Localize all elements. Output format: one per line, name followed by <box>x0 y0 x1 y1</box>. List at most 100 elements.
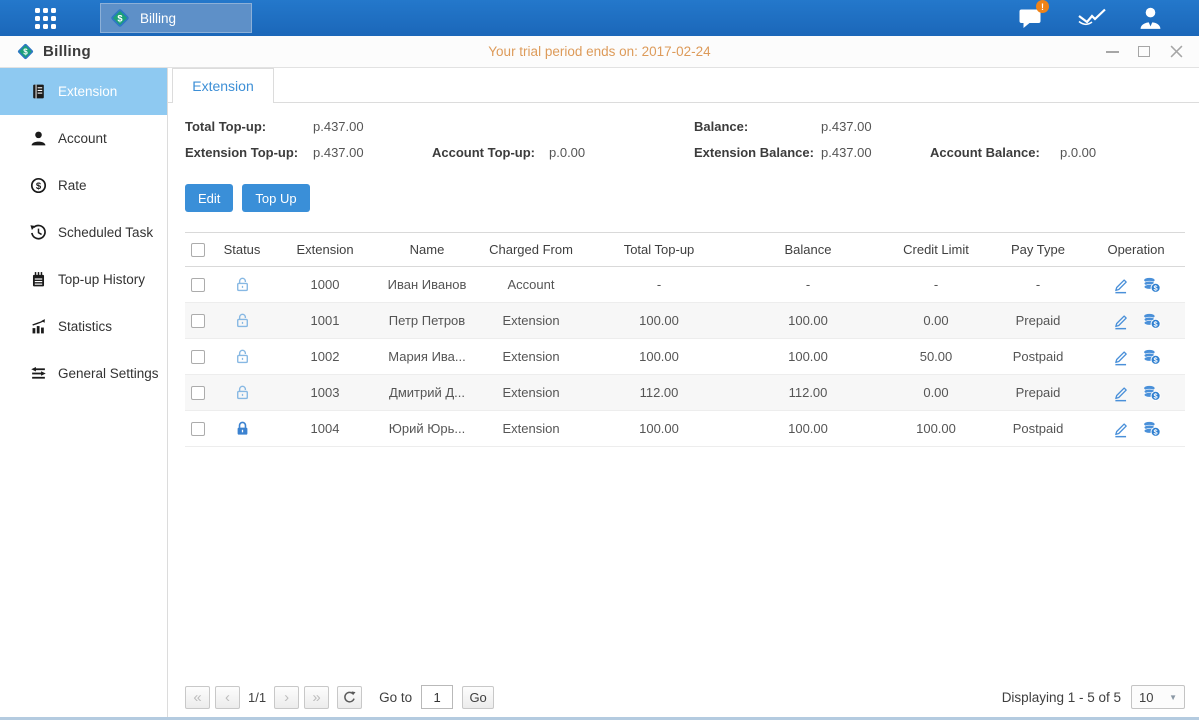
tab-extension[interactable]: Extension <box>172 68 274 103</box>
col-balance: Balance <box>733 233 883 267</box>
sidebar-item-label: Account <box>58 131 107 146</box>
summary-left: Total Top-up: p.437.00 Extension Top-up:… <box>185 119 694 160</box>
pagination-bar: « ‹ 1/1 › » Go to Go Displaying 1 - 5 of… <box>185 682 1185 712</box>
lock-open-icon <box>234 276 251 293</box>
cell-charged-from: Extension <box>477 375 585 411</box>
person-icon <box>30 130 47 147</box>
total-topup-value: p.437.00 <box>313 119 432 134</box>
notification-badge: ! <box>1036 0 1049 13</box>
row-checkbox[interactable] <box>191 314 205 328</box>
cell-credit-limit: - <box>883 267 989 303</box>
minimize-icon[interactable] <box>1105 45 1119 59</box>
edit-pencil-icon[interactable] <box>1112 276 1130 294</box>
cell-name: Дмитрий Д... <box>377 375 477 411</box>
cell-pay-type: Prepaid <box>989 303 1087 339</box>
page-size-select[interactable]: 10 ▼ <box>1131 685 1185 709</box>
account-topup-value: p.0.00 <box>549 145 694 160</box>
svg-text:$: $ <box>1153 427 1157 436</box>
sidebar-item-scheduled-task[interactable]: Scheduled Task <box>0 209 167 256</box>
table-row-1001: 1001Петр ПетровExtension100.00100.000.00… <box>185 303 1185 339</box>
user-account-icon[interactable] <box>1138 6 1163 31</box>
row-checkbox[interactable] <box>191 386 205 400</box>
topbar-tab-label: Billing <box>140 11 176 26</box>
billing-diamond-icon-small: $ <box>16 42 35 61</box>
topup-coins-icon[interactable]: $ <box>1142 276 1161 294</box>
tab-strip: Extension <box>168 68 1199 103</box>
sidebar-item-rate[interactable]: $Rate <box>0 162 167 209</box>
sidebar-item-extension[interactable]: Extension <box>0 68 167 115</box>
row-checkbox[interactable] <box>191 350 205 364</box>
col-credit-limit: Credit Limit <box>883 233 989 267</box>
account-topup-label: Account Top-up: <box>432 145 549 160</box>
table-row-1004: 1004Юрий Юрь...Extension100.00100.00100.… <box>185 411 1185 447</box>
extension-balance-label: Extension Balance: <box>694 145 821 160</box>
goto-page-input[interactable] <box>421 685 453 709</box>
sidebar-item-account[interactable]: Account <box>0 115 167 162</box>
billing-app-window: $ Billing ! $ Billing Your trial period … <box>0 0 1199 720</box>
lock-open-icon <box>234 312 251 329</box>
svg-text:$: $ <box>23 47 28 56</box>
row-checkbox[interactable] <box>191 422 205 436</box>
extension-content: Total Top-up: p.437.00 Extension Top-up:… <box>168 103 1199 720</box>
table-row-1000: 1000Иван ИвановAccount----$ <box>185 267 1185 303</box>
topup-coins-icon[interactable]: $ <box>1142 384 1161 402</box>
close-icon[interactable] <box>1169 45 1183 59</box>
chevron-down-icon: ▼ <box>1169 693 1177 702</box>
select-all-checkbox[interactable] <box>191 243 205 257</box>
edit-button[interactable]: Edit <box>185 184 233 212</box>
table-header-row: StatusExtensionNameCharged FromTotal Top… <box>185 233 1185 267</box>
svg-text:$: $ <box>1153 391 1157 400</box>
cell-total-topup: - <box>585 267 733 303</box>
edit-pencil-icon[interactable] <box>1112 384 1130 402</box>
sidebar-item-label: Extension <box>58 84 117 99</box>
total-topup-label: Total Top-up: <box>185 119 313 134</box>
sidebar-item-label: Top-up History <box>58 272 145 287</box>
topup-coins-icon[interactable]: $ <box>1142 348 1161 366</box>
extension-topup-label: Extension Top-up: <box>185 145 313 160</box>
cell-name: Петр Петров <box>377 303 477 339</box>
notepad-icon <box>30 271 47 288</box>
cell-pay-type: Prepaid <box>989 375 1087 411</box>
billing-diamond-icon: $ <box>109 7 131 29</box>
row-checkbox[interactable] <box>191 278 205 292</box>
topbar-billing-tab[interactable]: $ Billing <box>100 3 252 33</box>
cell-balance: 100.00 <box>733 339 883 375</box>
edit-pencil-icon[interactable] <box>1112 420 1130 438</box>
extension-balance-value: p.437.00 <box>821 145 930 160</box>
cell-select <box>185 375 211 411</box>
col-name: Name <box>377 233 477 267</box>
window-title: Billing <box>43 43 91 60</box>
last-page-button[interactable]: » <box>304 686 329 709</box>
sidebar-item-label: Rate <box>58 178 87 193</box>
app-grid-icon[interactable] <box>35 8 56 29</box>
lock-closed-icon <box>234 420 251 437</box>
cell-pay-type: Postpaid <box>989 339 1087 375</box>
sidebar-item-top-up-history[interactable]: Top-up History <box>0 256 167 303</box>
sliders-icon <box>30 365 47 382</box>
desktop-topbar: $ Billing ! <box>0 0 1199 36</box>
prev-page-button[interactable]: ‹ <box>215 686 240 709</box>
top-up-button[interactable]: Top Up <box>242 184 309 212</box>
topup-coins-icon[interactable]: $ <box>1142 420 1161 438</box>
cell-name: Иван Иванов <box>377 267 477 303</box>
edit-pencil-icon[interactable] <box>1112 312 1130 330</box>
sidebar-item-label: Statistics <box>58 319 112 334</box>
refresh-icon[interactable] <box>337 686 362 709</box>
first-page-button[interactable]: « <box>185 686 210 709</box>
go-button[interactable]: Go <box>462 686 494 709</box>
cell-operation: $ <box>1087 411 1185 447</box>
sidebar-item-general-settings[interactable]: General Settings <box>0 350 167 397</box>
messages-icon[interactable]: ! <box>1019 7 1046 29</box>
svg-text:$: $ <box>117 13 123 23</box>
cell-extension: 1002 <box>273 339 377 375</box>
edit-pencil-icon[interactable] <box>1112 348 1130 366</box>
cell-total-topup: 100.00 <box>585 303 733 339</box>
maximize-icon[interactable] <box>1137 45 1151 59</box>
sidebar-item-statistics[interactable]: Statistics <box>0 303 167 350</box>
topup-coins-icon[interactable]: $ <box>1142 312 1161 330</box>
topbar-right-icons: ! <box>1019 6 1163 31</box>
summary-block: Total Top-up: p.437.00 Extension Top-up:… <box>185 119 1185 160</box>
cell-name: Мария Ива... <box>377 339 477 375</box>
activity-chart-icon[interactable] <box>1078 7 1106 29</box>
next-page-button[interactable]: › <box>274 686 299 709</box>
